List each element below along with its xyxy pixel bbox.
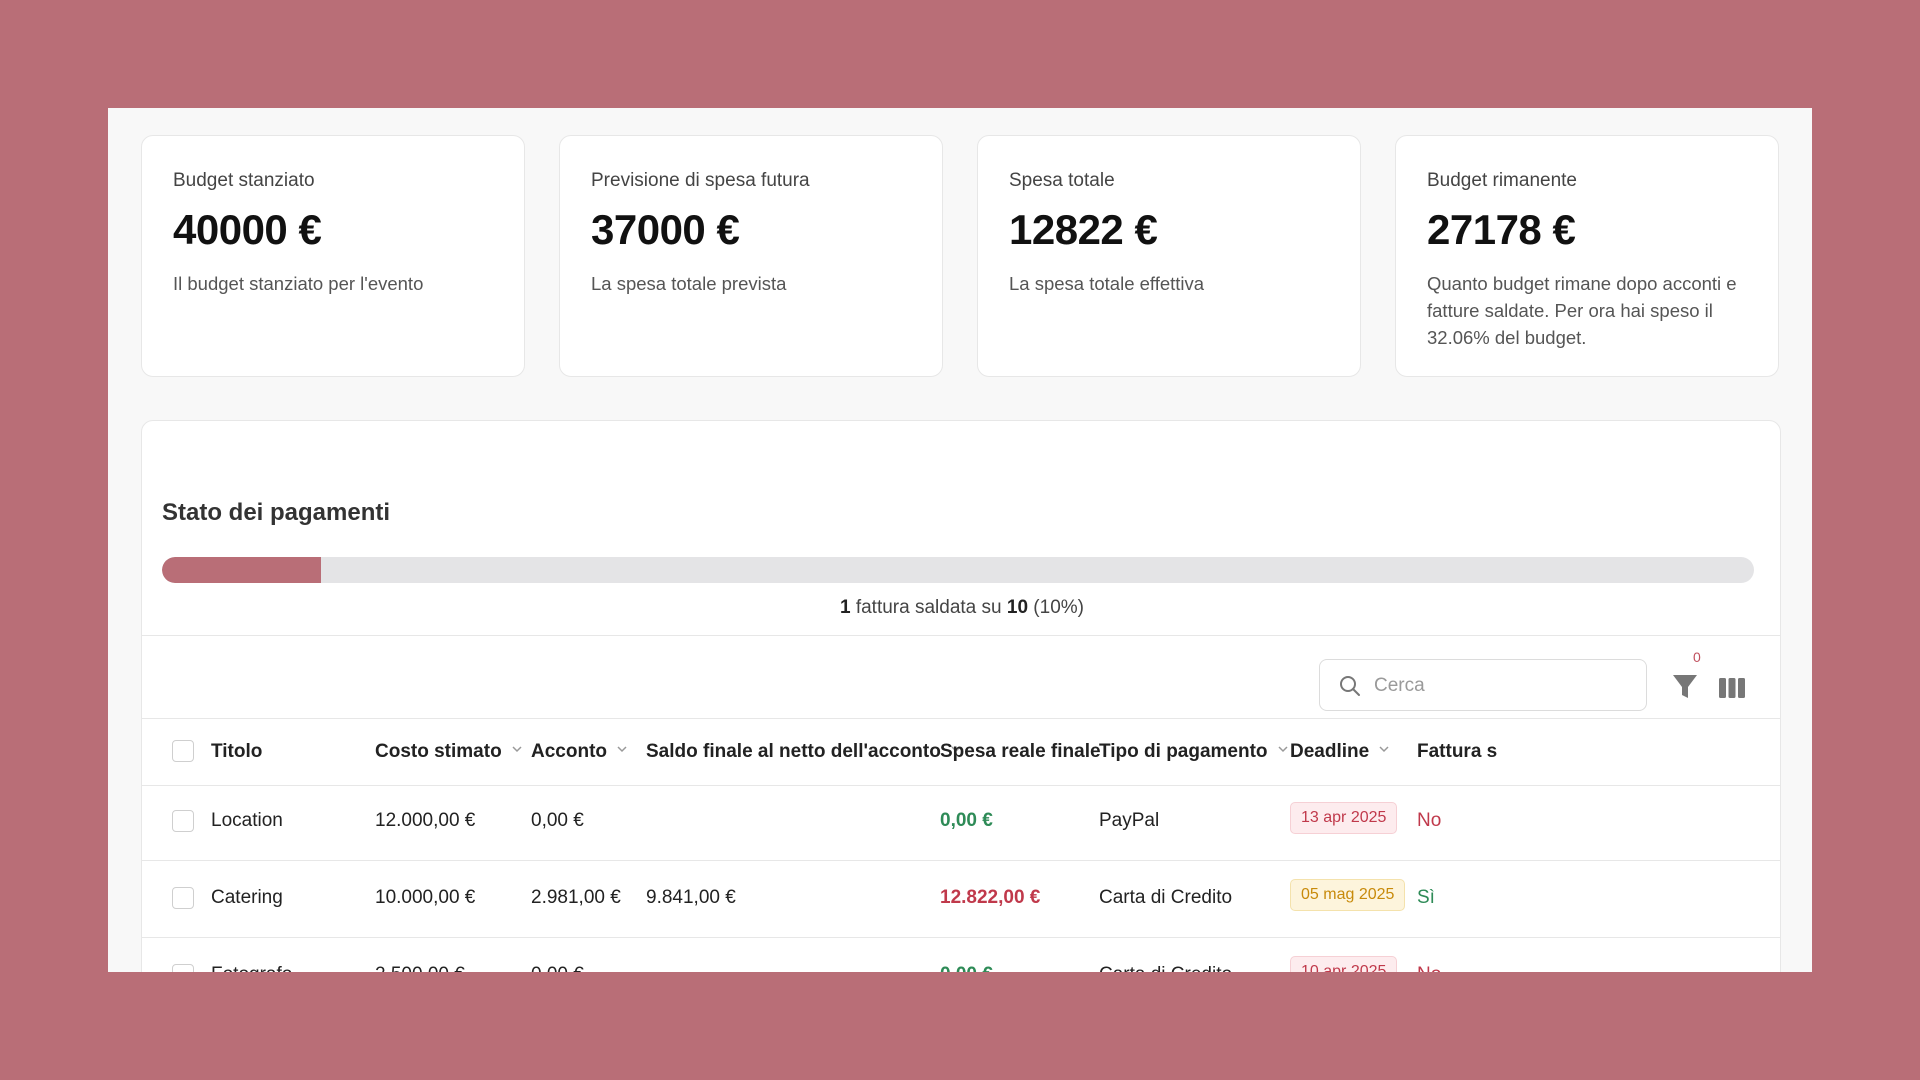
card-desc: La spesa totale prevista xyxy=(591,273,787,294)
payments-progress-caption: 1 fattura saldata su 10 (10%) xyxy=(142,597,1780,619)
table-row[interactable]: Catering 10.000,00 € 2.981,00 € 9.841,00… xyxy=(142,861,1780,938)
card-label: Budget rimanente xyxy=(1427,170,1577,191)
card-value: 12822 € xyxy=(1009,206,1158,253)
row-checkbox[interactable] xyxy=(172,964,194,972)
dashboard-frame: Budget stanziato 40000 € Il budget stanz… xyxy=(108,108,1812,972)
deadline-badge: 05 mag 2025 xyxy=(1290,879,1406,911)
row-checkbox[interactable] xyxy=(172,810,194,832)
chevron-down-icon xyxy=(1379,746,1389,753)
card-label: Previsione di spesa futura xyxy=(591,170,810,191)
cell-fattura: Sì xyxy=(1417,887,1435,908)
paid-count: 1 xyxy=(839,597,851,618)
columns-icon[interactable] xyxy=(1717,675,1747,701)
payments-progress-fill xyxy=(162,557,322,583)
column-header-titolo[interactable]: Titolo xyxy=(211,741,262,763)
cell-tipo: PayPal xyxy=(1099,810,1160,831)
card-spesa-totale: Spesa totale 12822 € La spesa totale eff… xyxy=(977,135,1361,377)
cell-acconto: 2.981,00 € xyxy=(531,887,621,908)
card-value: 37000 € xyxy=(591,206,740,253)
filter-count-badge: 0 xyxy=(1693,649,1701,665)
deadline-badge: 10 apr 2025 xyxy=(1290,956,1398,972)
chevron-down-icon xyxy=(617,746,627,753)
column-header-costo-stimato[interactable]: Costo stimato xyxy=(375,741,522,763)
card-label: Budget stanziato xyxy=(173,170,315,191)
card-budget-rimanente: Budget rimanente 27178 € Quanto budget r… xyxy=(1395,135,1779,377)
cell-titolo: Fotografo xyxy=(211,964,292,972)
caption-text: fattura saldata su xyxy=(850,597,1007,618)
table-row[interactable]: Fotografo 2.500,00 € 0,00 € 0,00 € Carta… xyxy=(142,938,1780,972)
table-header: Titolo Costo stimato Acconto Saldo final… xyxy=(142,718,1780,786)
card-desc: La spesa totale effettiva xyxy=(1009,273,1205,294)
cell-spesa: 12.822,00 € xyxy=(940,887,1041,908)
cell-titolo: Catering xyxy=(211,887,283,908)
search-icon xyxy=(1340,676,1360,696)
caption-percent: (10%) xyxy=(1028,597,1084,618)
column-header-spesa-reale[interactable]: Spesa reale finale xyxy=(940,741,1101,763)
summary-cards: Budget stanziato 40000 € Il budget stanz… xyxy=(141,135,1781,379)
column-header-fattura[interactable]: Fattura s xyxy=(1417,741,1497,763)
cell-tipo: Carta di Credito xyxy=(1099,964,1232,972)
cell-spesa: 0,00 € xyxy=(940,964,993,972)
table-row[interactable]: Location 12.000,00 € 0,00 € 0,00 € PayPa… xyxy=(142,784,1780,861)
cell-saldo: 9.841,00 € xyxy=(646,887,736,908)
card-budget-stanziato: Budget stanziato 40000 € Il budget stanz… xyxy=(141,135,525,377)
column-header-tipo-pagamento[interactable]: Tipo di pagamento xyxy=(1099,741,1288,763)
column-header-deadline[interactable]: Deadline xyxy=(1290,741,1389,763)
cell-fattura: No xyxy=(1417,810,1442,831)
column-header-saldo-finale[interactable]: Saldo finale al netto dell'acconto xyxy=(646,741,961,763)
card-value: 40000 € xyxy=(173,206,322,253)
chevron-down-icon xyxy=(512,746,522,753)
select-all-checkbox[interactable] xyxy=(172,740,194,762)
row-checkbox[interactable] xyxy=(172,887,194,909)
filter-icon[interactable] xyxy=(1669,665,1705,705)
cell-tipo: Carta di Credito xyxy=(1099,887,1233,908)
cell-titolo: Location xyxy=(211,810,283,831)
cell-acconto: 0,00 € xyxy=(531,964,584,972)
cell-costo: 12.000,00 € xyxy=(375,810,476,831)
cell-costo: 10.000,00 € xyxy=(375,887,476,908)
deadline-badge: 13 apr 2025 xyxy=(1290,802,1398,834)
chevron-down-icon xyxy=(1278,746,1288,753)
payments-panel: Stato dei pagamenti 1 fattura saldata su… xyxy=(141,420,1781,972)
card-desc: Quanto budget rimane dopo acconti e fatt… xyxy=(1427,273,1737,348)
payments-progress-bar xyxy=(162,557,1754,583)
search-box[interactable] xyxy=(1319,659,1647,711)
cell-acconto: 0,00 € xyxy=(531,810,584,831)
divider xyxy=(142,635,1780,636)
card-value: 27178 € xyxy=(1427,206,1576,253)
column-header-acconto[interactable]: Acconto xyxy=(531,741,627,763)
total-count: 10 xyxy=(1006,597,1029,618)
card-previsione-spesa: Previsione di spesa futura 37000 € La sp… xyxy=(559,135,943,377)
cell-costo: 2.500,00 € xyxy=(375,964,465,972)
search-input[interactable] xyxy=(1372,670,1636,702)
card-label: Spesa totale xyxy=(1009,170,1115,191)
cell-spesa: 0,00 € xyxy=(940,810,993,831)
payments-title: Stato dei pagamenti xyxy=(162,499,391,526)
cell-fattura: No xyxy=(1417,964,1441,972)
card-desc: Il budget stanziato per l'evento xyxy=(173,273,424,294)
